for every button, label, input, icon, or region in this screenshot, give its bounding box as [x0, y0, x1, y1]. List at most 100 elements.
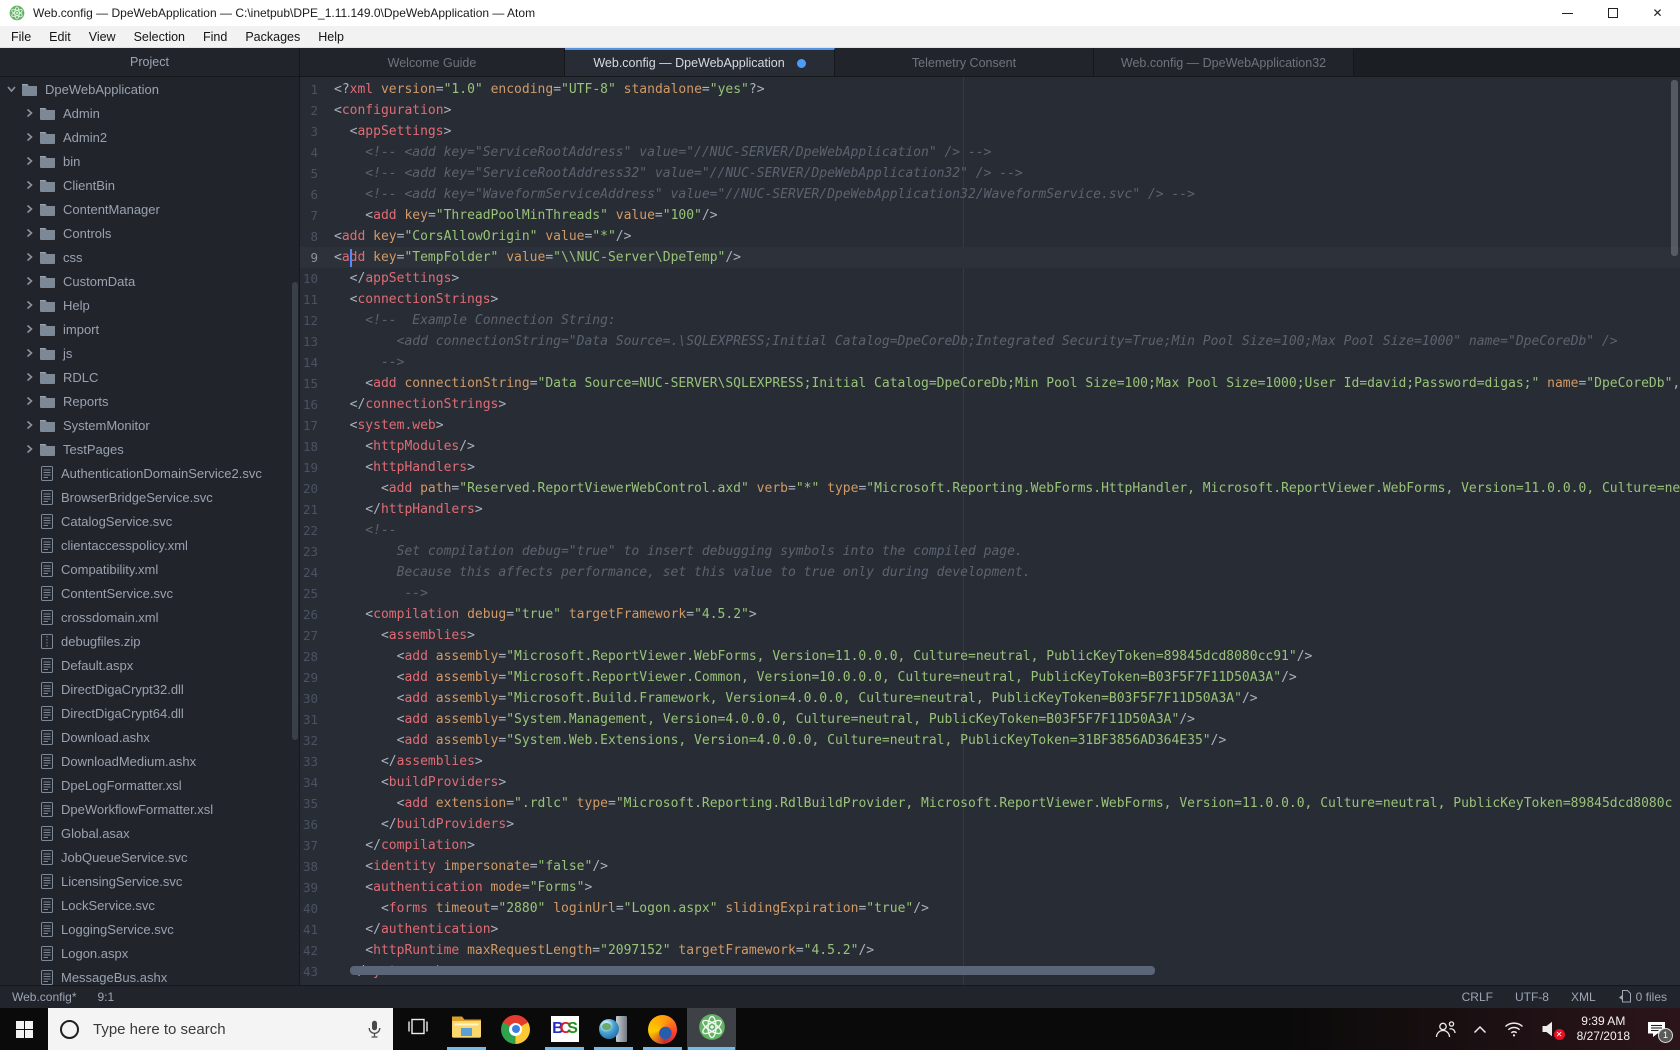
- code-editor[interactable]: 1 <?xml version="1.0" encoding="UTF-8" st…: [300, 77, 1680, 985]
- status-grammar[interactable]: XML: [1571, 990, 1596, 1004]
- line-number: 31: [302, 712, 318, 727]
- tree-item[interactable]: Admin: [0, 101, 299, 125]
- tree-item[interactable]: debugfiles.zip: [0, 629, 299, 653]
- editor-horizontal-scrollbar[interactable]: [350, 966, 1155, 975]
- menu-help[interactable]: Help: [309, 30, 353, 44]
- firefox-button[interactable]: [638, 1008, 687, 1050]
- atom-button[interactable]: [687, 1008, 736, 1050]
- tree-item[interactable]: js: [0, 341, 299, 365]
- line-number: 41: [302, 922, 318, 937]
- tab-strip: Welcome Guide Web.config — DpeWebApplicat…: [300, 48, 1680, 76]
- media-app-button[interactable]: [589, 1008, 638, 1050]
- clock-time: 9:39 AM: [1581, 1014, 1626, 1028]
- system-tray: ✕ 9:39 AM 8/27/2018 1: [1435, 1008, 1680, 1050]
- sidebar-scrollbar[interactable]: [292, 282, 298, 740]
- status-line-ending[interactable]: CRLF: [1462, 990, 1493, 1004]
- tree-item[interactable]: Controls: [0, 221, 299, 245]
- chrome-icon: [501, 1014, 530, 1044]
- tab-4[interactable]: Web.config — DpeWebApplication32: [1094, 48, 1354, 76]
- tree-item[interactable]: Help: [0, 293, 299, 317]
- tree-item[interactable]: CatalogService.svc: [0, 509, 299, 533]
- tree-item[interactable]: Default.aspx: [0, 653, 299, 677]
- menu-selection[interactable]: Selection: [125, 30, 194, 44]
- tree-item[interactable]: crossdomain.xml: [0, 605, 299, 629]
- code-line: 42 <httpRuntime maxRequestLength="209715…: [300, 940, 1680, 961]
- menu-packages[interactable]: Packages: [236, 30, 309, 44]
- line-number: 39: [302, 880, 318, 895]
- tree-item[interactable]: TestPages: [0, 437, 299, 461]
- maximize-button[interactable]: [1590, 0, 1635, 26]
- line-content: <system.web>: [334, 418, 444, 433]
- people-icon[interactable]: [1435, 1020, 1456, 1038]
- tree-item[interactable]: ClientBin: [0, 173, 299, 197]
- tree-item[interactable]: clientaccesspolicy.xml: [0, 533, 299, 557]
- tree-item-label: CatalogService.svc: [61, 513, 173, 529]
- menu-file[interactable]: File: [2, 30, 40, 44]
- tree-item[interactable]: CustomData: [0, 269, 299, 293]
- wifi-icon[interactable]: [1504, 1021, 1524, 1037]
- line-content: </assemblies>: [334, 754, 483, 769]
- tree-item[interactable]: Logon.aspx: [0, 941, 299, 965]
- tree-item[interactable]: css: [0, 245, 299, 269]
- menu-find[interactable]: Find: [194, 30, 236, 44]
- chevron-right-icon: [25, 372, 34, 382]
- notification-count-badge: 1: [1658, 1027, 1673, 1043]
- tree-item[interactable]: Admin2: [0, 125, 299, 149]
- code-line: 13 <add connectionString="Data Source=.\…: [300, 331, 1680, 352]
- start-button[interactable]: [0, 1008, 48, 1050]
- status-cursor-position[interactable]: 9:1: [97, 990, 114, 1004]
- tab-1[interactable]: Welcome Guide: [300, 48, 565, 76]
- menu-view[interactable]: View: [80, 30, 125, 44]
- tree-item[interactable]: SystemMonitor: [0, 413, 299, 437]
- tree-item[interactable]: DpeWebApplication: [0, 77, 299, 101]
- tree-item[interactable]: ContentService.svc: [0, 581, 299, 605]
- microphone-icon[interactable]: [368, 1020, 381, 1039]
- tree-item[interactable]: JobQueueService.svc: [0, 845, 299, 869]
- tree-item[interactable]: ContentManager: [0, 197, 299, 221]
- tray-expand-chevron-icon[interactable]: [1473, 1025, 1487, 1034]
- tree-item[interactable]: DownloadMedium.ashx: [0, 749, 299, 773]
- tab-3[interactable]: Telemetry Consent: [835, 48, 1094, 76]
- minimize-button[interactable]: [1545, 0, 1590, 26]
- tree-item[interactable]: RDLC: [0, 365, 299, 389]
- tree-item-label: Logon.aspx: [61, 945, 129, 961]
- status-file-name[interactable]: Web.config*: [12, 990, 76, 1004]
- status-encoding[interactable]: UTF-8: [1515, 990, 1549, 1004]
- tree-item[interactable]: Compatibility.xml: [0, 557, 299, 581]
- menu-edit[interactable]: Edit: [40, 30, 80, 44]
- volume-muted-icon[interactable]: ✕: [1541, 1021, 1565, 1040]
- line-content: <add assembly="Microsoft.ReportViewer.We…: [334, 649, 1313, 664]
- task-view-button[interactable]: [393, 1008, 442, 1050]
- line-number: 33: [302, 754, 318, 769]
- tab-2[interactable]: Web.config — DpeWebApplication: [565, 48, 835, 76]
- taskbar-clock[interactable]: 9:39 AM 8/27/2018: [1577, 1014, 1630, 1044]
- tree-item[interactable]: Reports: [0, 389, 299, 413]
- tree-item[interactable]: DpeWorkflowFormatter.xsl: [0, 797, 299, 821]
- tree-item-label: Default.aspx: [61, 657, 134, 673]
- editor-vertical-scrollbar[interactable]: [1671, 80, 1678, 256]
- chevron-right-icon: [25, 276, 34, 286]
- bcs-app-button[interactable]: BCS: [540, 1008, 589, 1050]
- close-button[interactable]: ✕: [1635, 0, 1680, 26]
- tree-item[interactable]: Global.asax: [0, 821, 299, 845]
- tree-item[interactable]: AuthenticationDomainService2.svc: [0, 461, 299, 485]
- tree-item[interactable]: LoggingService.svc: [0, 917, 299, 941]
- tree-item[interactable]: LockService.svc: [0, 893, 299, 917]
- file-explorer-button[interactable]: [442, 1008, 491, 1050]
- action-center-icon[interactable]: 1: [1647, 1021, 1673, 1043]
- tree-item[interactable]: DirectDigaCrypt64.dll: [0, 701, 299, 725]
- tree-item[interactable]: MessageBus.ashx: [0, 965, 299, 985]
- tree-item[interactable]: LicensingService.svc: [0, 869, 299, 893]
- taskbar-search[interactable]: Type here to search: [48, 1008, 393, 1050]
- tree-item-label: Download.ashx: [61, 729, 150, 745]
- tree-item[interactable]: bin: [0, 149, 299, 173]
- chrome-button[interactable]: [491, 1008, 540, 1050]
- chevron-right-icon: [25, 252, 34, 262]
- github-files-status[interactable]: 0 files: [1618, 989, 1667, 1006]
- tree-item[interactable]: Download.ashx: [0, 725, 299, 749]
- tree-item[interactable]: DpeLogFormatter.xsl: [0, 773, 299, 797]
- tree-item[interactable]: import: [0, 317, 299, 341]
- tree-item[interactable]: BrowserBridgeService.svc: [0, 485, 299, 509]
- tree-item[interactable]: DirectDigaCrypt32.dll: [0, 677, 299, 701]
- file-icon: [41, 465, 53, 481]
